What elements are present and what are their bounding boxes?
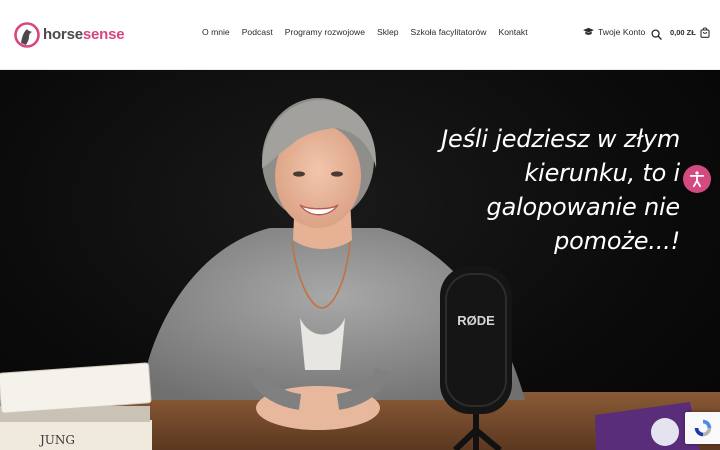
- hero-section: JUNG RØDE Jeśli jedziesz w złym kierunku…: [0, 70, 720, 450]
- nav-item-sklep[interactable]: Sklep: [377, 27, 399, 37]
- logo-text-part1: horse: [43, 26, 83, 43]
- book-spine-text: JUNG: [38, 433, 75, 447]
- recaptcha-badge[interactable]: [685, 412, 720, 444]
- graduation-cap-icon: [583, 27, 594, 35]
- recaptcha-icon: [694, 419, 711, 437]
- horse-logo-icon: [14, 22, 40, 48]
- hero-quote: Jeśli jedziesz w złym kierunku, to i gal…: [441, 125, 680, 255]
- shopping-bag-icon: [700, 27, 710, 38]
- cart-link[interactable]: 0,00 ZŁ: [670, 27, 710, 38]
- main-nav: O mnie Podcast Programy rozwojowe Sklep …: [202, 27, 540, 37]
- nav-item-kontakt[interactable]: Kontakt: [498, 27, 527, 37]
- nav-item-szkola-facylitatorow[interactable]: Szkoła facylitatorów: [411, 27, 487, 37]
- nav-item-o-mnie[interactable]: O mnie: [202, 27, 230, 37]
- logo[interactable]: horsesense: [14, 22, 125, 48]
- nav-item-podcast[interactable]: Podcast: [242, 27, 273, 37]
- account-label: Twoje Konto: [598, 26, 646, 37]
- search-icon[interactable]: [651, 29, 662, 40]
- nav-item-programy-rozwojowe[interactable]: Programy rozwojowe: [285, 27, 365, 37]
- account-link[interactable]: Twoje Konto: [583, 26, 645, 37]
- cart-total: 0,00 ZŁ: [670, 28, 696, 37]
- logo-text: horsesense: [43, 22, 125, 48]
- site-header: horsesense O mnie Podcast Programy rozwo…: [0, 0, 720, 70]
- accessibility-icon: [689, 171, 705, 188]
- accessibility-button[interactable]: [683, 165, 711, 193]
- book-stack: JUNG: [0, 362, 152, 450]
- logo-text-part2: sense: [82, 26, 125, 43]
- microphone-brand: RØDE: [457, 313, 495, 328]
